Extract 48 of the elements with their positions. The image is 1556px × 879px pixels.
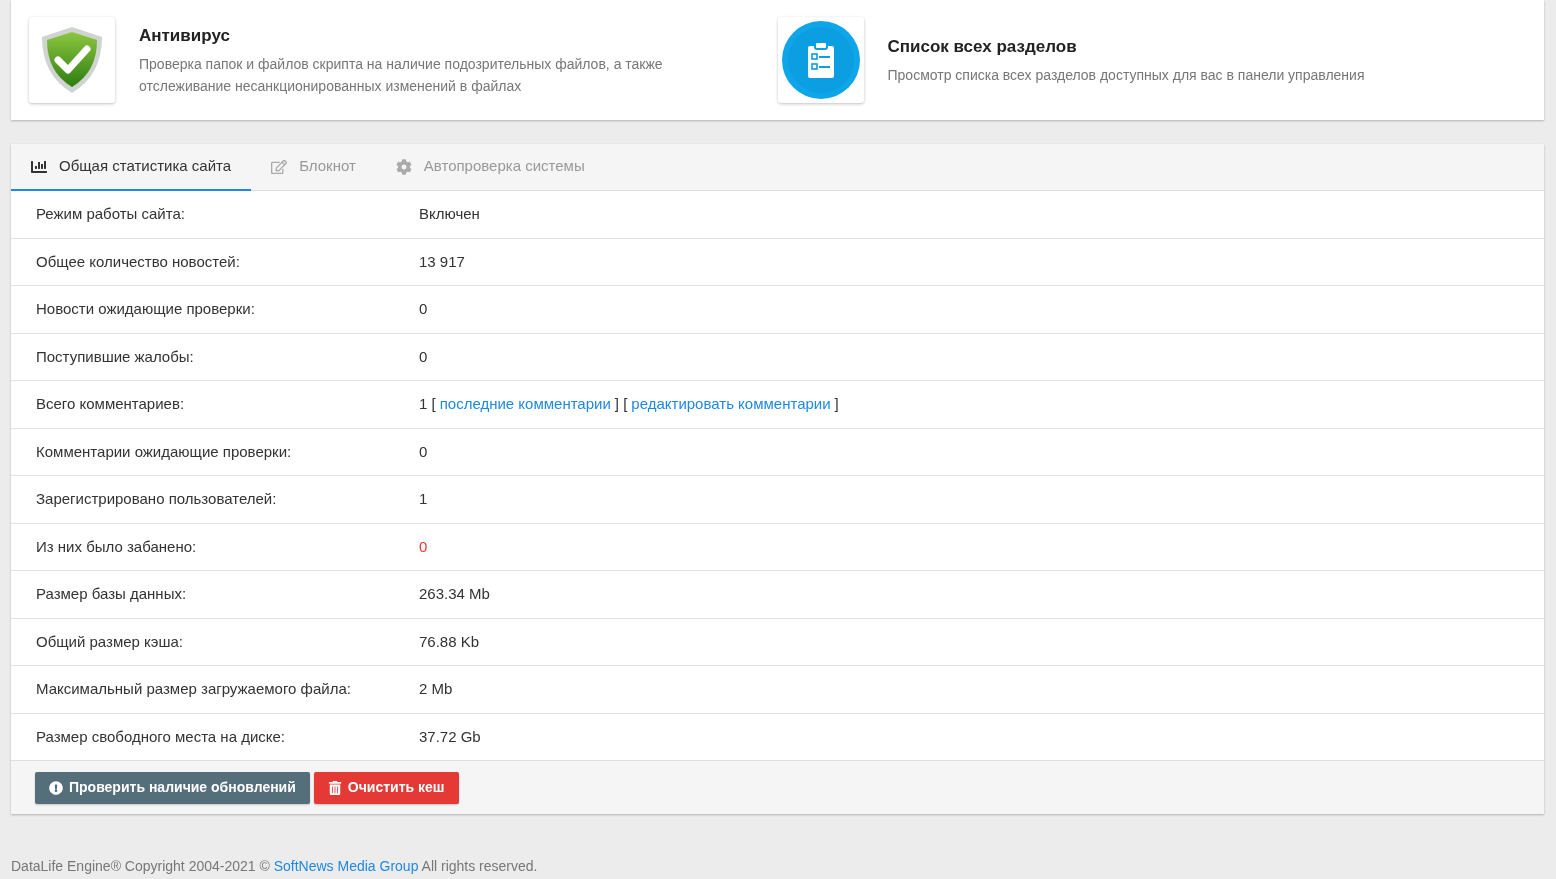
stat-value: 0 xyxy=(419,536,428,557)
stat-value: 76.88 Kb xyxy=(419,631,480,652)
stat-label: Поступившие жалобы: xyxy=(36,346,195,367)
stat-label: Комментарии ожидающие проверки: xyxy=(36,441,293,462)
shortcut-description: Проверка папок и файлов скрипта на наличие подозрительных файлов, а также отслеживание несанкционированных изменений в файлах xyxy=(139,54,664,96)
bar-chart-icon xyxy=(31,158,47,175)
stat-value: ] [ xyxy=(614,394,628,414)
clipboard-list-icon xyxy=(780,20,861,100)
stat-label: Размер базы данных: xyxy=(36,584,188,604)
stat-value: 1 xyxy=(419,489,428,509)
shortcut-icon-tile[interactable] xyxy=(777,17,864,103)
comments-link[interactable]: редактировать комментарии xyxy=(631,393,831,416)
tab[interactable]: Автопроверка системы xyxy=(375,144,605,191)
stat-label: Размер свободного места на диске: xyxy=(36,726,287,747)
stat-value: ] xyxy=(834,394,839,414)
copyright-text: DataLife Engine® Copyright 2004-2021 © SoftNews Media Group All rights reserved. xyxy=(11,857,539,876)
stat-label: Из них было забанено: xyxy=(36,536,198,557)
edit-icon xyxy=(271,158,288,175)
stat-value: 263.34 Mb xyxy=(419,584,490,604)
stat-label: Всего комментариев: xyxy=(36,394,186,414)
stat-value: 1 [ xyxy=(419,394,436,414)
shield-check-icon xyxy=(39,25,105,95)
exclamation-icon xyxy=(49,780,63,795)
stat-value: 37.72 Gb xyxy=(419,726,481,747)
comments-link[interactable]: последние комментарии xyxy=(439,393,611,416)
stat-label: Общее количество новостей: xyxy=(36,251,241,272)
stat-label: Новости ожидающие проверки: xyxy=(36,299,256,319)
tab[interactable]: Блокнот xyxy=(251,144,376,191)
shortcut-icon-tile[interactable] xyxy=(29,17,115,103)
gear-icon xyxy=(395,158,412,175)
action-button[interactable]: Проверить наличие обновлений xyxy=(35,771,310,804)
stat-value: 13 917 xyxy=(419,251,465,272)
shortcut-title[interactable]: Список всех разделов xyxy=(887,34,1448,60)
stat-value: 0 xyxy=(419,346,428,367)
shortcut-description: Просмотр списка всех разделов доступных для вас в панели управления xyxy=(887,65,1366,85)
stat-value: 2 Mb xyxy=(419,679,453,699)
company-link[interactable]: SoftNews Media Group xyxy=(273,858,419,874)
shortcut-title[interactable]: Антивирус xyxy=(139,23,699,49)
stat-label: Максимальный размер загружаемого файла: xyxy=(36,679,352,699)
action-button[interactable]: Очистить кеш xyxy=(313,771,459,804)
trash-icon xyxy=(327,780,342,795)
stat-value: Включен xyxy=(419,204,480,224)
stat-label: Общий размер кэша: xyxy=(36,631,184,652)
stat-label: Зарегистрировано пользователей: xyxy=(36,489,278,509)
stat-value: 0 xyxy=(419,299,428,319)
stat-label: Режим работы сайта: xyxy=(36,204,186,224)
tab[interactable]: Общая статистика сайта xyxy=(11,144,252,191)
stat-value: 0 xyxy=(419,441,428,462)
